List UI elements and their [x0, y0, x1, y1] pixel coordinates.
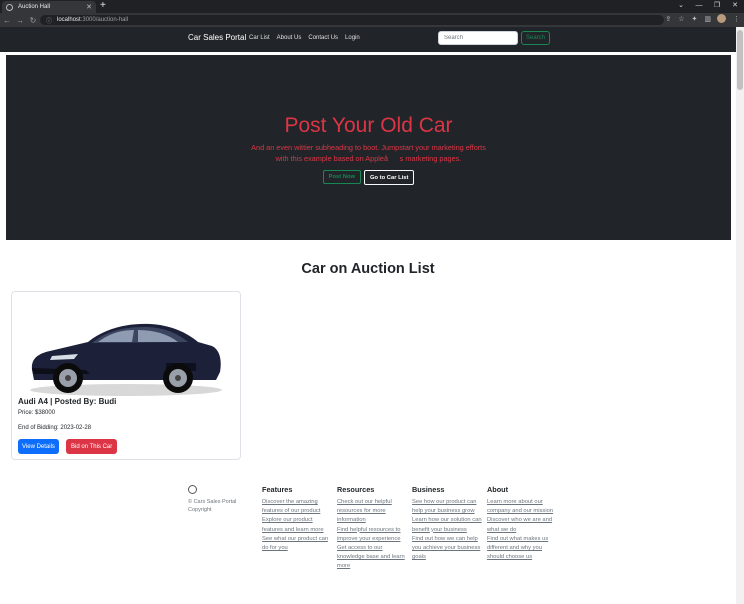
footer-link[interactable]: Get access to our knowledge base and lea… — [337, 544, 407, 572]
hero-buttons: Post Now Go to Car List — [6, 170, 731, 185]
restore-icon[interactable]: ❐ — [708, 0, 726, 12]
back-icon[interactable]: ← — [1, 16, 13, 25]
view-details-button[interactable]: View Details — [18, 439, 59, 454]
footer-link[interactable]: See what our product can do for you — [262, 535, 332, 553]
scrollbar-thumb[interactable] — [737, 30, 743, 90]
menu-icon[interactable]: ⋮ — [733, 15, 740, 23]
share-icon[interactable]: ⇪ — [665, 15, 671, 23]
footer-column-about: About Learn more about our company and o… — [487, 485, 557, 562]
browser-toolbar: ← → ↻ ⓘ localhost :3000/auction-hall ⇪ ☆… — [0, 13, 744, 27]
nav-link-contact-us[interactable]: Contact Us — [308, 35, 338, 41]
car-card-title: Audi A4 | Posted By: Budi — [18, 397, 117, 406]
hero-title: Post Your Old Car — [284, 114, 453, 137]
footer-link[interactable]: Find out what makes us different and why… — [487, 535, 557, 563]
address-bar[interactable]: ⓘ localhost :3000/auction-hall — [40, 15, 664, 25]
footer-link[interactable]: Learn more about our company and our mis… — [487, 498, 557, 516]
car-image — [30, 323, 222, 396]
star-icon[interactable]: ☆ — [678, 15, 684, 23]
side-panel-icon[interactable]: ▥ — [704, 15, 711, 23]
bid-button[interactable]: Bid on This Car — [66, 439, 118, 454]
new-tab-button[interactable]: + — [100, 0, 106, 12]
browser-tab[interactable]: Auction Hall ✕ — [2, 1, 96, 13]
footer-column-business: Business See how our product can help yo… — [412, 485, 482, 562]
site-navbar: Car Sales Portal Car List About Us Conta… — [0, 27, 736, 52]
page-scrollbar[interactable] — [736, 27, 744, 604]
nav-links: Car List About Us Contact Us Login — [249, 35, 367, 41]
post-now-button[interactable]: Post Now — [322, 170, 362, 184]
toolbar-actions: ⇪ ☆ ✦ ▥ ⋮ — [658, 14, 740, 23]
bidding-end-date: End of Bidding: 2023-02-28 — [18, 425, 92, 431]
nav-link-car-list[interactable]: Car List — [249, 35, 270, 41]
nav-link-login[interactable]: Login — [345, 35, 360, 41]
footer-link[interactable]: Find out how we can help you achieve you… — [412, 535, 482, 563]
search-input[interactable] — [438, 31, 518, 45]
footer-column-features: Features Discover the amazing features o… — [262, 485, 332, 553]
car-card: Audi A4 | Posted By: Budi Price: $38000 … — [11, 291, 241, 460]
forward-icon[interactable]: → — [14, 16, 26, 25]
browser-tab-strip: Auction Hall ✕ + ⌄ — ❐ ✕ — [0, 0, 744, 13]
url-path: :3000/auction-hall — [80, 17, 129, 23]
section-title: Car on Auction List — [301, 261, 435, 277]
chevron-down-icon[interactable]: ⌄ — [672, 0, 690, 12]
footer-link[interactable]: Check out our helpful resources for more… — [337, 498, 407, 526]
tab-title: Auction Hall — [18, 4, 51, 10]
footer-heading: Features — [262, 485, 293, 494]
go-to-car-list-button[interactable]: Go to Car List — [364, 170, 415, 185]
profile-avatar[interactable] — [717, 14, 726, 23]
reload-icon[interactable]: ↻ — [27, 16, 39, 25]
footer-heading: About — [487, 485, 509, 494]
hero-banner: Post Your Old Car And an even wittier su… — [6, 55, 731, 240]
page-content: Car Sales Portal Car List About Us Conta… — [0, 27, 736, 604]
close-window-icon[interactable]: ✕ — [726, 0, 744, 12]
window-controls: ⌄ — ❐ ✕ — [672, 0, 744, 12]
footer-copyright: © Cars Sales Portal Copyright — [188, 499, 237, 513]
footer-link[interactable]: Discover who we are and what we do — [487, 516, 557, 534]
globe-icon — [6, 3, 13, 11]
url-host: localhost — [57, 17, 81, 23]
nav-link-about-us[interactable]: About Us — [277, 35, 302, 41]
footer-link[interactable]: See how our product can help your busine… — [412, 498, 482, 516]
footer-heading: Resources — [337, 485, 375, 494]
site-brand[interactable]: Car Sales Portal — [188, 33, 246, 42]
info-icon[interactable]: ⓘ — [46, 16, 52, 25]
footer-link[interactable]: Find helpful resources to improve your e… — [337, 526, 407, 544]
footer-link[interactable]: Learn how our solution can benefit your … — [412, 516, 482, 534]
footer-logo-icon[interactable] — [188, 485, 197, 494]
search-button[interactable]: Search — [521, 31, 550, 45]
close-tab-icon[interactable]: ✕ — [86, 3, 92, 11]
footer-heading: Business — [412, 485, 445, 494]
hero-subtitle: And an even wittier subheading to boot. … — [251, 143, 486, 163]
footer-link[interactable]: Explore our product features and learn m… — [262, 516, 332, 534]
car-price: Price: $38000 — [18, 410, 56, 416]
extensions-icon[interactable]: ✦ — [692, 15, 698, 23]
footer-column-resources: Resources Check out our helpful resource… — [337, 485, 407, 572]
minimize-icon[interactable]: — — [690, 0, 708, 12]
footer-link[interactable]: Discover the amazing features of our pro… — [262, 498, 332, 516]
